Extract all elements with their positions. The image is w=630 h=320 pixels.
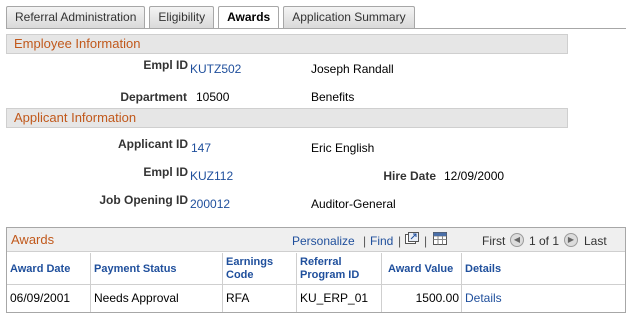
earnings-code-cell: RFA <box>223 285 297 312</box>
applicant-empl-id-link[interactable]: KUZ112 <box>190 169 233 183</box>
applicant-information-header: Applicant Information <box>6 108 568 128</box>
awards-grid: Awards Personalize | Find | | First ◀ 1 … <box>6 227 626 313</box>
job-opening-id-label: Job Opening ID <box>99 193 188 207</box>
award-date-cell: 06/09/2001 <box>7 285 91 312</box>
employee-name: Joseph Randall <box>311 62 394 76</box>
hire-date-label: Hire Date <box>383 169 436 183</box>
toolbar-separator: | <box>363 234 367 248</box>
applicant-empl-id-label: Empl ID <box>143 165 188 179</box>
details-link[interactable]: Details <box>462 285 625 312</box>
page-tabs: Referral Administration Eligibility Awar… <box>6 6 419 29</box>
column-header-earnings-code[interactable]: Earnings Code <box>223 253 297 285</box>
awards-grid-toolbar: Awards Personalize | Find | | First ◀ 1 … <box>7 228 625 252</box>
previous-row-icon[interactable]: ◀ <box>510 233 524 247</box>
job-opening-id-link[interactable]: 200012 <box>190 197 230 211</box>
department-code: 10500 <box>196 90 230 104</box>
tab-application-summary[interactable]: Application Summary <box>283 6 415 28</box>
tab-awards[interactable]: Awards <box>218 6 280 29</box>
column-header-payment-status[interactable]: Payment Status <box>91 253 223 285</box>
row-range: 1 of 1 <box>529 234 560 248</box>
hire-date-value: 12/09/2000 <box>444 169 505 183</box>
tab-referral-administration[interactable]: Referral Administration <box>6 6 146 28</box>
toolbar-separator: | <box>424 234 428 248</box>
referral-program-id-cell: KU_ERP_01 <box>297 285 382 312</box>
department-label: Department <box>120 90 187 104</box>
column-header-referral-program-id[interactable]: Referral Program ID <box>297 253 382 285</box>
awards-grid-title: Awards <box>11 232 55 247</box>
table-row: 06/09/2001 Needs Approval RFA KU_ERP_01 … <box>7 285 625 312</box>
applicant-name: Eric English <box>311 141 375 155</box>
personalize-link[interactable]: Personalize <box>292 234 355 248</box>
last-label: Last <box>584 234 607 248</box>
tab-divider <box>6 28 626 29</box>
applicant-id-label: Applicant ID <box>117 137 188 151</box>
job-title: Auditor-General <box>311 197 396 211</box>
first-label: First <box>482 234 506 248</box>
toolbar-separator: | <box>398 234 402 248</box>
payment-status-cell: Needs Approval <box>91 285 223 312</box>
awards-grid-header: Award Date Payment Status Earnings Code … <box>7 253 625 285</box>
column-header-award-date[interactable]: Award Date <box>7 253 91 285</box>
find-link[interactable]: Find <box>370 234 393 248</box>
column-header-details[interactable]: Details <box>462 253 625 285</box>
next-row-icon[interactable]: ▶ <box>564 233 578 247</box>
column-header-award-value[interactable]: Award Value <box>382 253 462 285</box>
tab-eligibility[interactable]: Eligibility <box>149 6 215 28</box>
download-grid-icon[interactable] <box>433 232 447 245</box>
employee-empl-id-link[interactable]: KUTZ502 <box>190 62 241 76</box>
department-name: Benefits <box>311 90 355 104</box>
award-value-cell: 1500.00 <box>382 285 462 312</box>
employee-information-header: Employee Information <box>6 34 568 54</box>
employee-empl-id-label: Empl ID <box>143 58 188 72</box>
view-all-icon[interactable] <box>405 232 419 245</box>
applicant-id-link[interactable]: 147 <box>191 141 211 155</box>
